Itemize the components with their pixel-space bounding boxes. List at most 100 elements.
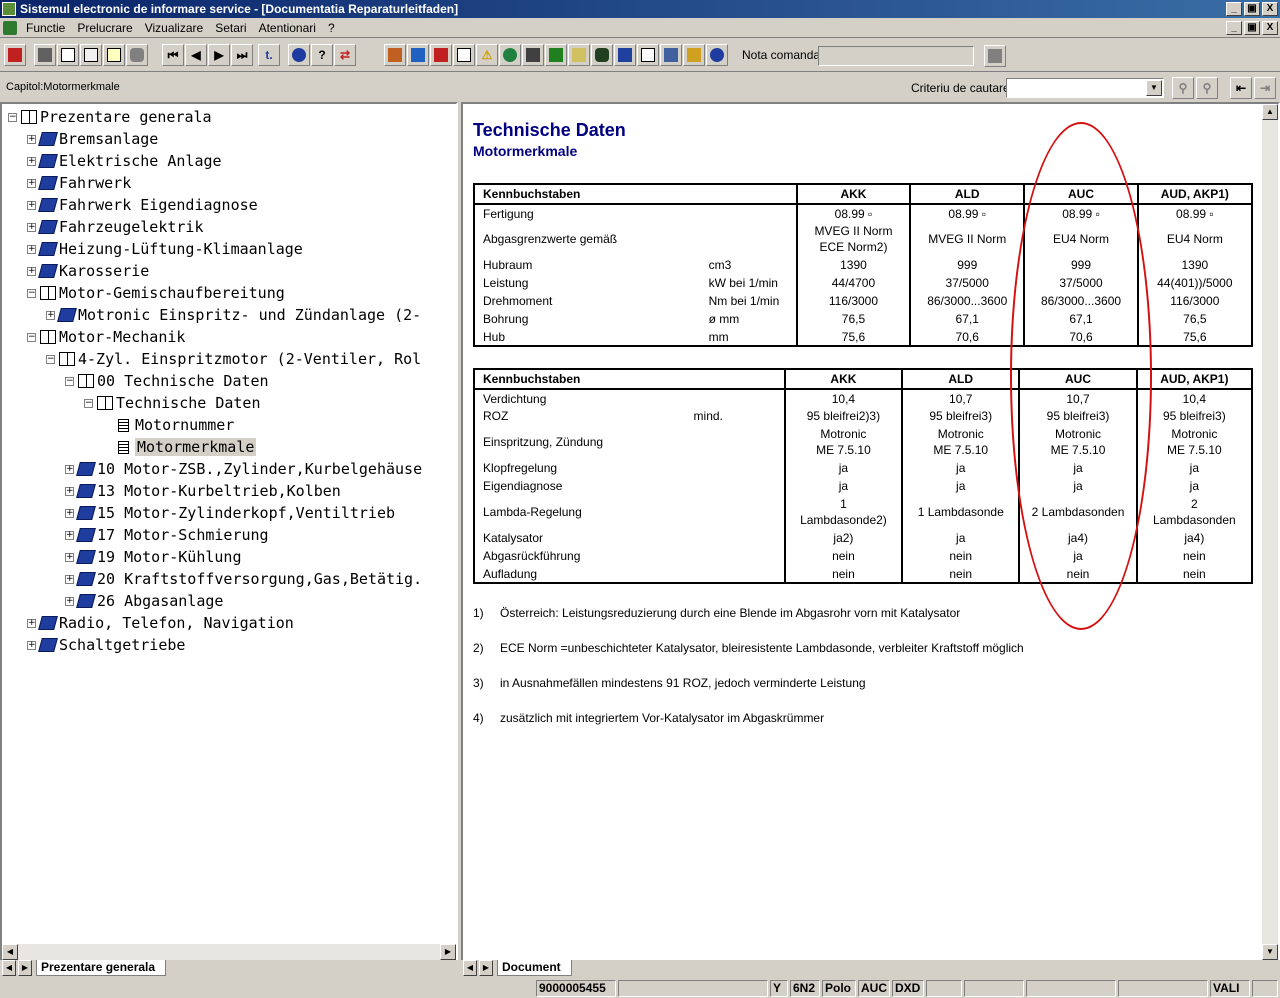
- tab-document[interactable]: Document: [497, 960, 572, 976]
- tree-item[interactable]: +10 Motor-ZSB.,Zylinder,Kurbelgehäuse: [65, 458, 422, 480]
- expand-icon[interactable]: +: [27, 640, 36, 650]
- new-document-icon[interactable]: [57, 44, 79, 66]
- query-icon[interactable]: [683, 44, 705, 66]
- expand-icon[interactable]: +: [27, 156, 36, 166]
- language-icon[interactable]: [706, 44, 728, 66]
- tree-item[interactable]: Motormerkmale: [103, 436, 257, 458]
- tree-item[interactable]: +20 Kraftstoffversorgung,Gas,Betätig.: [65, 568, 422, 590]
- tree-item[interactable]: − Motor-Gemischaufbereitung: [27, 282, 285, 304]
- expand-icon[interactable]: +: [65, 530, 74, 540]
- last-page-icon[interactable]: ⏭: [231, 44, 253, 66]
- checklist-icon[interactable]: [637, 44, 659, 66]
- scroll-left-icon[interactable]: ◀: [2, 944, 18, 960]
- tree-item[interactable]: + Schaltgetriebe: [27, 634, 185, 656]
- previous-page-icon[interactable]: ◀: [185, 44, 207, 66]
- expand-icon[interactable]: +: [65, 552, 74, 562]
- scroll-down-icon[interactable]: ▼: [1262, 944, 1278, 960]
- scroll-up-icon[interactable]: ▲: [1262, 104, 1278, 120]
- tree-item[interactable]: + Motronic Einspritz- und Zündanlage (2-: [46, 304, 421, 326]
- expand-icon[interactable]: +: [27, 178, 36, 188]
- exit-icon[interactable]: [4, 44, 26, 66]
- search-criteria-select[interactable]: ▼: [1006, 78, 1164, 98]
- tree-item[interactable]: + Fahrwerk Eigendiagnose: [27, 194, 258, 216]
- scroll-right-icon[interactable]: ▶: [440, 944, 456, 960]
- warning-icon[interactable]: ⚠: [476, 44, 498, 66]
- nota-comanda-button[interactable]: [984, 45, 1006, 67]
- menu-atentionari[interactable]: Atentionari: [255, 21, 324, 35]
- key-icon[interactable]: [568, 44, 590, 66]
- truck-icon[interactable]: [614, 44, 636, 66]
- expand-icon[interactable]: +: [27, 200, 36, 210]
- tree-item[interactable]: + Radio, Telefon, Navigation: [27, 612, 294, 634]
- tree-item[interactable]: + Heizung-Lüftung-Klimaanlage: [27, 238, 303, 260]
- tab-prezentare-generala[interactable]: Prezentare generala: [36, 960, 167, 976]
- menu-setari[interactable]: Setari: [211, 21, 254, 35]
- tree-item[interactable]: + Fahrzeugelektrik: [27, 216, 204, 238]
- print-icon[interactable]: [34, 44, 56, 66]
- expand-icon[interactable]: +: [65, 574, 74, 584]
- menu-functie[interactable]: Functie: [22, 21, 73, 35]
- tab-scroll-right-icon[interactable]: ▶: [18, 960, 32, 976]
- expand-icon[interactable]: +: [27, 222, 36, 232]
- tree-item[interactable]: − 00 Technische Daten: [65, 370, 269, 392]
- tree-item[interactable]: +19 Motor-Kühlung: [65, 546, 242, 568]
- notes-icon[interactable]: [103, 44, 125, 66]
- expand-icon[interactable]: +: [27, 266, 36, 276]
- first-page-icon[interactable]: ⏮: [162, 44, 184, 66]
- collapse-icon[interactable]: −: [8, 112, 17, 122]
- tree-horizontal-scrollbar[interactable]: ◀ ▶: [2, 944, 456, 960]
- help-icon[interactable]: ?: [311, 44, 333, 66]
- tree-item[interactable]: + Bremsanlage: [27, 128, 158, 150]
- search-next-icon[interactable]: ⚲: [1196, 77, 1218, 99]
- expand-icon[interactable]: +: [46, 310, 55, 320]
- module-icon-1[interactable]: [384, 44, 406, 66]
- tab-scroll-left-icon[interactable]: ◀: [2, 960, 16, 976]
- collapse-icon[interactable]: −: [27, 332, 36, 342]
- globe-icon[interactable]: [499, 44, 521, 66]
- tree-item[interactable]: + Karosserie: [27, 260, 149, 282]
- menu-help[interactable]: ?: [324, 21, 343, 35]
- doc-minimize-button[interactable]: _: [1226, 21, 1242, 35]
- tree-item[interactable]: − Motor-Mechanik: [27, 326, 185, 348]
- expand-icon[interactable]: +: [65, 508, 74, 518]
- expand-icon[interactable]: +: [65, 486, 74, 496]
- edit-document-icon[interactable]: [80, 44, 102, 66]
- tree-item[interactable]: +13 Motor-Kurbeltrieb,Kolben: [65, 480, 341, 502]
- save-icon[interactable]: [522, 44, 544, 66]
- tree-item[interactable]: − Prezentare generala: [8, 106, 212, 128]
- collapse-icon[interactable]: −: [65, 376, 74, 386]
- collapse-icon[interactable]: −: [46, 354, 55, 364]
- expand-icon[interactable]: +: [27, 134, 36, 144]
- tree-item[interactable]: +17 Motor-Schmierung: [65, 524, 269, 546]
- module-icon-2[interactable]: [407, 44, 429, 66]
- expand-pane-icon[interactable]: ⇥: [1254, 77, 1276, 99]
- doc-close-button[interactable]: X: [1262, 21, 1278, 35]
- swap-icon[interactable]: ⇄: [334, 44, 356, 66]
- car-icon[interactable]: [591, 44, 613, 66]
- menu-vizualizare[interactable]: Vizualizare: [141, 21, 211, 35]
- expand-icon[interactable]: +: [27, 244, 36, 254]
- restore-button[interactable]: ▣: [1244, 2, 1260, 16]
- next-page-icon[interactable]: ▶: [208, 44, 230, 66]
- collapse-icon[interactable]: −: [84, 398, 93, 408]
- doc-restore-button[interactable]: ▣: [1244, 21, 1260, 35]
- tree-item[interactable]: +15 Motor-Zylinderkopf,Ventiltrieb: [65, 502, 395, 524]
- collapse-icon[interactable]: −: [27, 288, 36, 298]
- document-icon[interactable]: [545, 44, 567, 66]
- expand-icon[interactable]: +: [65, 596, 74, 606]
- tree-item[interactable]: − 4-Zyl. Einspritzmotor (2-Ventiler, Rol: [46, 348, 421, 370]
- document-window-icon[interactable]: [3, 21, 17, 35]
- tree-item[interactable]: Motornummer: [103, 414, 234, 436]
- minimize-button[interactable]: _: [1226, 2, 1242, 16]
- menu-prelucrare[interactable]: Prelucrare: [73, 21, 140, 35]
- close-button[interactable]: X: [1262, 2, 1278, 16]
- document-vertical-scrollbar[interactable]: ▲ ▼: [1262, 104, 1278, 960]
- tree-item[interactable]: +26 Abgasanlage: [65, 590, 223, 612]
- tree-item[interactable]: − Technische Daten: [84, 392, 261, 414]
- doc-tab-scroll-right-icon[interactable]: ▶: [479, 960, 493, 976]
- info-icon[interactable]: [288, 44, 310, 66]
- chevron-down-icon[interactable]: ▼: [1146, 80, 1162, 96]
- nota-comanda-field[interactable]: [818, 46, 974, 66]
- up-level-icon[interactable]: t.: [258, 44, 280, 66]
- book-icon[interactable]: [430, 44, 452, 66]
